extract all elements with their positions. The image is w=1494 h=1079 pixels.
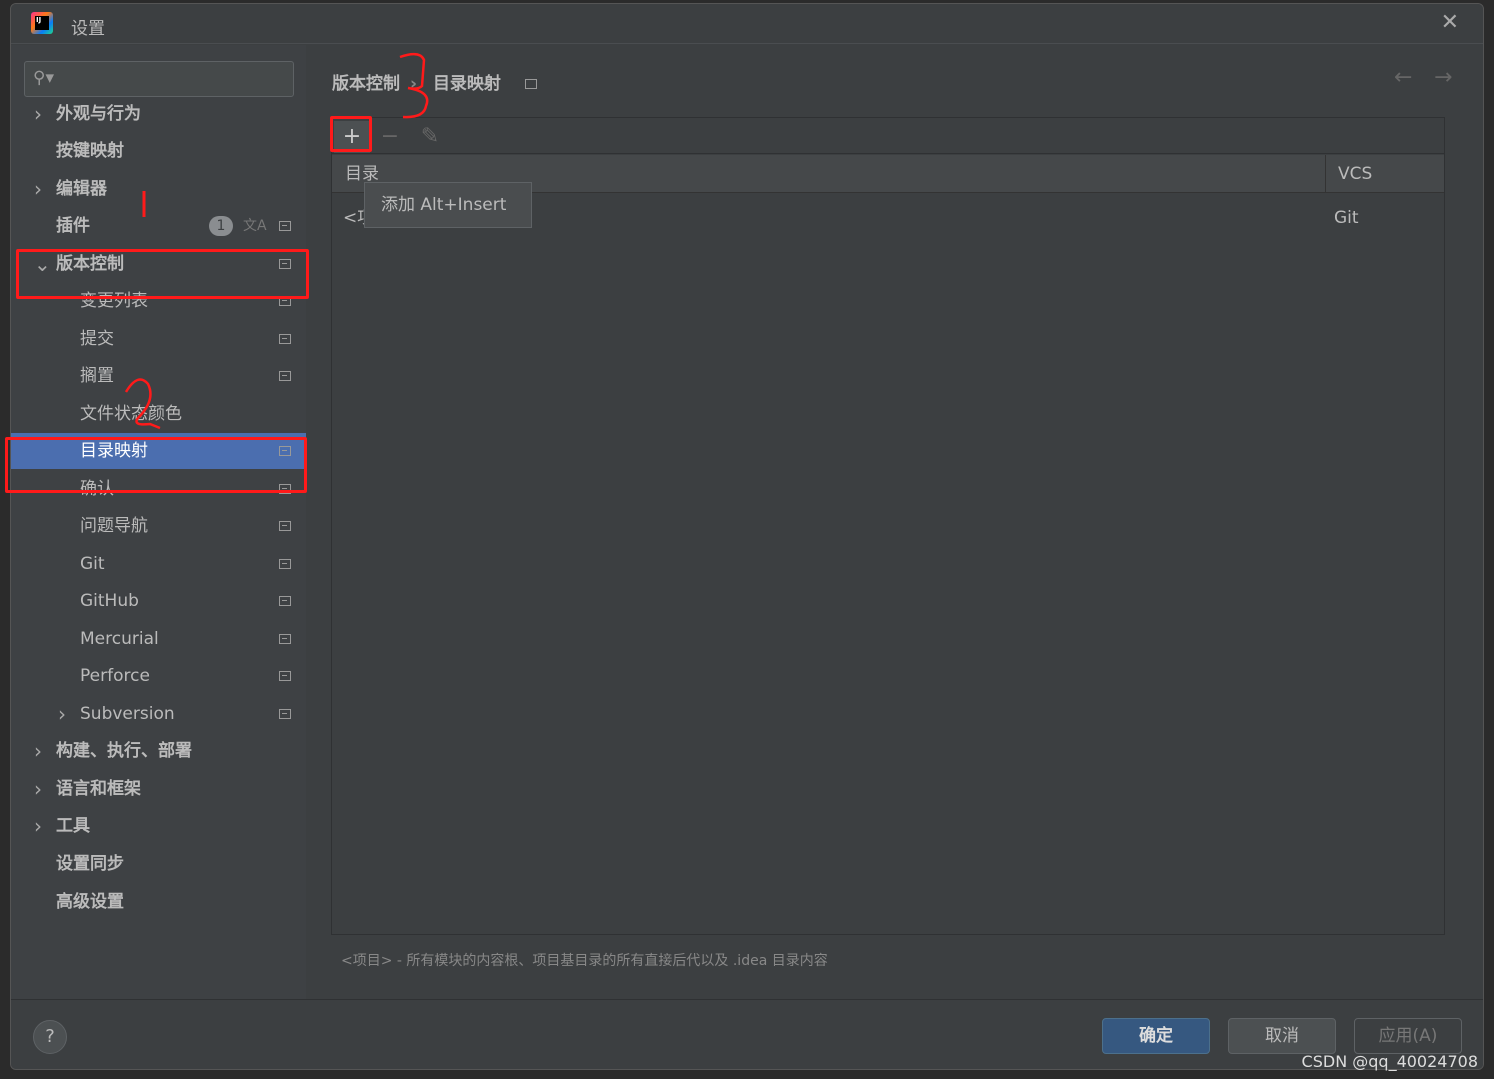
- settings-dialog: IJ 设置 ✕ ⚲▾ › 外观与行为 按键映射 › 编辑器 插件 1 文A ⌄ 版本控制 变更列表提…: [10, 3, 1484, 1070]
- sidebar-item-label: 提交: [80, 329, 114, 349]
- table-toolbar: + − ✎: [332, 118, 1444, 154]
- mappings-panel: + − ✎ 目录 VCS <项目> Git 添加 Alt+Insert: [331, 117, 1445, 935]
- update-count-badge: 1: [209, 216, 233, 236]
- sidebar-item[interactable]: › 外观与行为: [11, 96, 306, 132]
- sidebar-item-label: 变更列表: [80, 291, 148, 311]
- title-bar: IJ 设置 ✕: [11, 4, 1483, 44]
- add-button[interactable]: +: [334, 121, 370, 153]
- chevron-right-icon[interactable]: ›: [34, 96, 42, 132]
- cancel-button[interactable]: 取消: [1228, 1018, 1336, 1054]
- project-scope-icon: [279, 259, 291, 269]
- sidebar-item[interactable]: Git: [11, 546, 306, 582]
- window-title: 设置: [71, 19, 105, 39]
- sidebar-item[interactable]: › Subversion: [11, 696, 306, 732]
- chevron-down-icon[interactable]: ⌄: [34, 246, 51, 282]
- sidebar-item[interactable]: 搁置: [11, 358, 306, 394]
- edit-button[interactable]: ✎: [412, 121, 448, 153]
- search-input[interactable]: ⚲▾: [24, 61, 294, 97]
- sidebar-item[interactable]: Mercurial: [11, 621, 306, 657]
- project-scope-icon: [279, 559, 291, 569]
- project-scope-icon: [279, 334, 291, 344]
- sidebar-item-label: 设置同步: [56, 854, 124, 874]
- sidebar-item[interactable]: › 语言和框架: [11, 771, 306, 807]
- sidebar-item-label: 问题导航: [80, 516, 148, 536]
- sidebar-item[interactable]: 目录映射: [11, 433, 306, 469]
- intellij-logo-icon: IJ: [31, 12, 53, 34]
- project-scope-icon: [279, 446, 291, 456]
- sidebar-item-label: 搁置: [80, 366, 114, 386]
- add-tooltip: 添加 Alt+Insert: [364, 182, 532, 228]
- chevron-right-icon[interactable]: ›: [34, 733, 42, 769]
- ok-button[interactable]: 确定: [1102, 1018, 1210, 1054]
- sidebar-item-label: 外观与行为: [56, 104, 141, 124]
- sidebar-item-label: 编辑器: [56, 179, 107, 199]
- close-icon[interactable]: ✕: [1441, 10, 1459, 35]
- help-button[interactable]: ?: [33, 1020, 67, 1054]
- chevron-right-icon[interactable]: ›: [34, 808, 42, 844]
- sidebar-item[interactable]: › 工具: [11, 808, 306, 844]
- project-scope-icon: [524, 79, 537, 89]
- project-scope-icon: [279, 596, 291, 606]
- project-scope-icon: [279, 484, 291, 494]
- sidebar-item-label: 构建、执行、部署: [56, 741, 192, 761]
- search-icon: ⚲▾: [33, 68, 54, 88]
- column-header-vcs[interactable]: VCS: [1325, 155, 1372, 193]
- sidebar-item[interactable]: › 构建、执行、部署: [11, 733, 306, 769]
- sidebar-item-label: Mercurial: [80, 629, 159, 649]
- sidebar-item[interactable]: GitHub: [11, 583, 306, 619]
- breadcrumb: 版本控制 › 目录映射: [332, 69, 547, 94]
- sidebar-item-label: 确认: [80, 479, 114, 499]
- sidebar-item-label: GitHub: [80, 591, 139, 611]
- sidebar-item[interactable]: 提交: [11, 321, 306, 357]
- sidebar-item-label: Git: [80, 554, 105, 574]
- sidebar-item[interactable]: 问题导航: [11, 508, 306, 544]
- breadcrumb-item[interactable]: 版本控制: [332, 74, 400, 94]
- sidebar-item-label: 语言和框架: [56, 779, 141, 799]
- chevron-right-icon[interactable]: ›: [34, 171, 42, 207]
- sidebar-item[interactable]: 高级设置: [11, 884, 306, 920]
- project-scope-icon: [279, 371, 291, 381]
- sidebar-item[interactable]: 插件 1 文A: [11, 208, 306, 244]
- sidebar-item[interactable]: ⌄ 版本控制: [11, 246, 306, 282]
- project-scope-icon: [279, 521, 291, 531]
- chevron-right-icon[interactable]: ›: [34, 771, 42, 807]
- project-scope-icon: [279, 296, 291, 306]
- sidebar-item-label: 目录映射: [80, 441, 148, 461]
- vcs-cell: Git: [1334, 208, 1359, 228]
- sidebar-item-label: 版本控制: [56, 254, 124, 274]
- chevron-right-icon[interactable]: ›: [58, 696, 66, 732]
- sidebar-item[interactable]: 文件状态颜色: [11, 396, 306, 432]
- hint-text: <项目> - 所有模块的内容根、项目基目录的所有直接后代以及 .idea 目录内…: [341, 953, 828, 969]
- dialog-footer: ? 确定 取消 应用(A): [11, 999, 1483, 1069]
- sidebar-item[interactable]: › 编辑器: [11, 171, 306, 207]
- watermark: CSDN @qq_40024708: [1301, 1052, 1478, 1071]
- sidebar-item-label: 按键映射: [56, 141, 124, 161]
- sidebar-item[interactable]: 设置同步: [11, 846, 306, 882]
- breadcrumb-item: 目录映射: [432, 74, 501, 94]
- remove-button[interactable]: −: [372, 121, 408, 153]
- sidebar-item[interactable]: 确认: [11, 471, 306, 507]
- project-scope-icon: [279, 709, 291, 719]
- back-arrow-icon[interactable]: ←: [1394, 65, 1412, 90]
- sidebar-item[interactable]: 按键映射: [11, 133, 306, 169]
- sidebar-item-label: 工具: [56, 816, 90, 836]
- main-content: 版本控制 › 目录映射 ← → + − ✎ 目录 VCS <项目> Git 添加 …: [306, 45, 1483, 999]
- apply-button[interactable]: 应用(A): [1354, 1018, 1462, 1054]
- project-scope-icon: [279, 221, 291, 231]
- sidebar-item-label: 高级设置: [56, 892, 124, 912]
- sidebar-item-label: 插件: [56, 216, 90, 236]
- project-scope-icon: [279, 634, 291, 644]
- translate-icon: 文A: [243, 218, 267, 234]
- project-scope-icon: [279, 671, 291, 681]
- settings-sidebar: ⚲▾ › 外观与行为按键映射 › 编辑器插件 1 文A ⌄ 版本控制变更列表提交搁置文件状态颜…: [11, 45, 306, 999]
- sidebar-item[interactable]: Perforce: [11, 658, 306, 694]
- sidebar-item-label: Perforce: [80, 666, 150, 686]
- sidebar-item-label: 文件状态颜色: [80, 404, 182, 424]
- sidebar-item-label: Subversion: [80, 704, 175, 724]
- breadcrumb-separator-icon: ›: [410, 74, 418, 94]
- forward-arrow-icon[interactable]: →: [1434, 65, 1452, 90]
- sidebar-item[interactable]: 变更列表: [11, 283, 306, 319]
